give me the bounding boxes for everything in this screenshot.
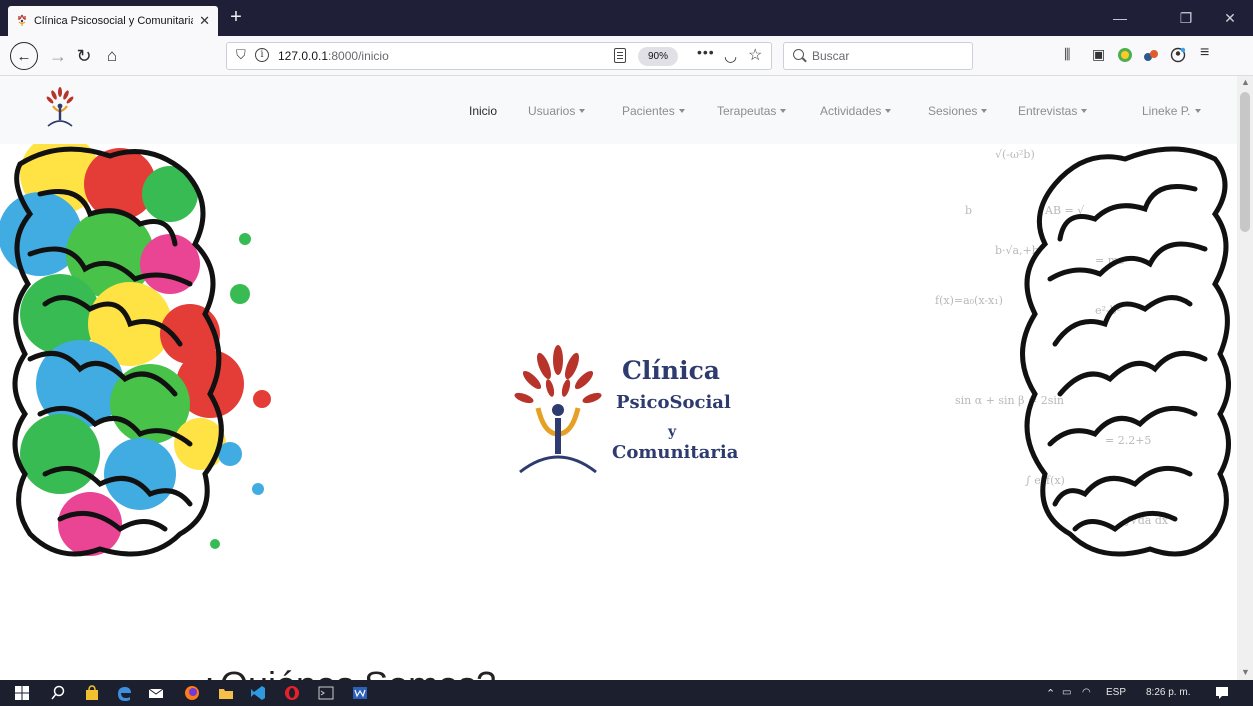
language-indicator[interactable]: ESP (1106, 687, 1126, 698)
hero-banner: √(-ω²b) b AB = √ b·√a,+b = mc² f(x)=a₀(x… (0, 144, 1237, 584)
svg-text:f(x)=a₀(x-x₁): f(x)=a₀(x-x₁) (935, 294, 1003, 307)
close-window-icon[interactable]: ✕ (1210, 0, 1250, 36)
caret-down-icon (780, 109, 787, 113)
library-icon[interactable]: ⫼ (1064, 46, 1071, 63)
svg-text:b: b (965, 204, 972, 217)
tracking-shield-icon[interactable]: ⛉ (236, 47, 246, 63)
forward-arrow-icon[interactable]: → (44, 42, 72, 70)
search-icon[interactable] (50, 685, 66, 701)
firefox-icon[interactable] (184, 685, 200, 701)
caret-down-icon (1081, 109, 1088, 113)
nav-user-menu[interactable]: Lineke P. (1142, 104, 1201, 118)
nav-user-label: Lineke P. (1142, 104, 1191, 118)
nav-actividades[interactable]: Actividades (820, 104, 892, 118)
extension-shapes-icon[interactable] (1143, 47, 1159, 63)
battery-icon[interactable]: ▭ (1062, 687, 1071, 698)
new-tab-button[interactable]: + (224, 6, 248, 30)
close-tab-icon[interactable]: ✕ (199, 13, 210, 29)
reload-icon[interactable]: ↻ (70, 42, 98, 70)
nav-pacientes[interactable]: Pacientes (622, 104, 685, 118)
clinic-favicon-icon (18, 14, 26, 26)
svg-text:sin α + sin β = 2sin: sin α + sin β = 2sin (955, 394, 1064, 407)
scrollbar-thumb[interactable] (1240, 92, 1250, 232)
bookmark-star-icon[interactable]: ☆ (748, 45, 762, 65)
search-placeholder: Buscar (812, 49, 850, 63)
colorful-brain-image (0, 144, 271, 557)
section-heading: ¿Quiénes Somos? (198, 664, 496, 680)
screen: Clínica Psicosocial y Comunitaria ✕ + — … (0, 0, 1253, 706)
brand-title-comunitaria: Comunitaria (612, 442, 739, 463)
pocket-icon[interactable]: ◡ (724, 47, 737, 65)
nav-entrevistas-label: Entrevistas (1018, 104, 1078, 118)
search-icon (793, 49, 804, 60)
caret-down-icon (885, 109, 892, 113)
browser-tab-strip: Clínica Psicosocial y Comunitaria ✕ + — … (0, 0, 1253, 36)
web-page: Inicio Usuarios Pacientes Terapeutas Act… (0, 76, 1237, 680)
site-navbar: Inicio Usuarios Pacientes Terapeutas Act… (0, 76, 1237, 144)
browser-tab[interactable]: Clínica Psicosocial y Comunitaria ✕ (8, 6, 218, 36)
brand-title-y: y (668, 424, 677, 440)
brand-title-clinica: Clínica (622, 356, 720, 385)
show-hidden-icons-icon[interactable]: ⌃ (1046, 687, 1055, 700)
tab-title: Clínica Psicosocial y Comunitaria (34, 15, 194, 27)
mail-icon[interactable] (148, 685, 164, 701)
extension-color-icon[interactable] (1117, 47, 1133, 63)
zoom-level-badge[interactable]: 90% (638, 47, 678, 66)
word-icon[interactable] (352, 685, 368, 701)
wifi-icon[interactable]: ◠ (1082, 687, 1091, 698)
nav-terapeutas[interactable]: Terapeutas (717, 104, 787, 118)
svg-text:b·√a,+b: b·√a,+b (995, 244, 1039, 257)
caret-down-icon (678, 109, 685, 113)
nav-terapeutas-label: Terapeutas (717, 104, 777, 118)
notifications-icon[interactable] (1214, 685, 1230, 701)
scroll-down-icon[interactable]: ▼ (1241, 667, 1250, 677)
url-path: :8000/inicio (328, 49, 389, 63)
file-explorer-icon[interactable] (218, 685, 234, 701)
brand-title-psicosocial: PsicoSocial (616, 392, 731, 413)
svg-text:= 2.2+5: = 2.2+5 (1105, 434, 1151, 447)
nav-entrevistas[interactable]: Entrevistas (1018, 104, 1088, 118)
nav-actividades-label: Actividades (820, 104, 882, 118)
scroll-up-icon[interactable]: ▲ (1241, 77, 1250, 87)
nav-pacientes-label: Pacientes (622, 104, 675, 118)
nav-usuarios[interactable]: Usuarios (528, 104, 586, 118)
caret-down-icon (981, 109, 988, 113)
site-info-icon[interactable]: i (255, 48, 269, 62)
nav-sesiones[interactable]: Sesiones (928, 104, 988, 118)
minimize-window-icon[interactable]: — (1100, 0, 1140, 36)
edge-icon[interactable] (116, 685, 132, 701)
reader-view-icon[interactable] (614, 48, 626, 63)
site-logo-icon[interactable] (44, 86, 76, 132)
back-arrow-icon[interactable]: ← (10, 42, 38, 70)
restore-window-icon[interactable]: ❐ (1166, 0, 1206, 36)
clinic-logo-icon (514, 345, 602, 474)
caret-down-icon (1194, 109, 1201, 113)
url-host: 127.0.0.1 (278, 49, 329, 63)
menu-hamburger-icon[interactable]: ≡ (1200, 44, 1209, 62)
math-brain-image: √(-ω²b) b AB = √ b·√a,+b = mc² f(x)=a₀(x… (935, 146, 1231, 557)
svg-text:√(-ω²b): √(-ω²b) (995, 148, 1035, 161)
vscode-icon[interactable] (250, 685, 266, 701)
nav-inicio[interactable]: Inicio (469, 104, 497, 118)
url-text[interactable]: 127.0.0.1:8000/inicio (278, 49, 389, 63)
terminal-icon[interactable] (318, 685, 334, 701)
sidebar-icon[interactable]: ▣ (1092, 46, 1105, 63)
caret-down-icon (579, 109, 586, 113)
home-icon[interactable]: ⌂ (98, 42, 126, 70)
clock[interactable]: 8:26 p. m. (1146, 687, 1190, 698)
windows-start-icon[interactable] (14, 685, 30, 701)
opera-icon[interactable] (284, 685, 300, 701)
nav-sesiones-label: Sesiones (928, 104, 978, 118)
nav-usuarios-label: Usuarios (528, 104, 576, 118)
account-icon[interactable] (1170, 47, 1186, 63)
page-actions-icon[interactable]: ••• (697, 44, 715, 60)
store-icon[interactable] (84, 685, 100, 701)
